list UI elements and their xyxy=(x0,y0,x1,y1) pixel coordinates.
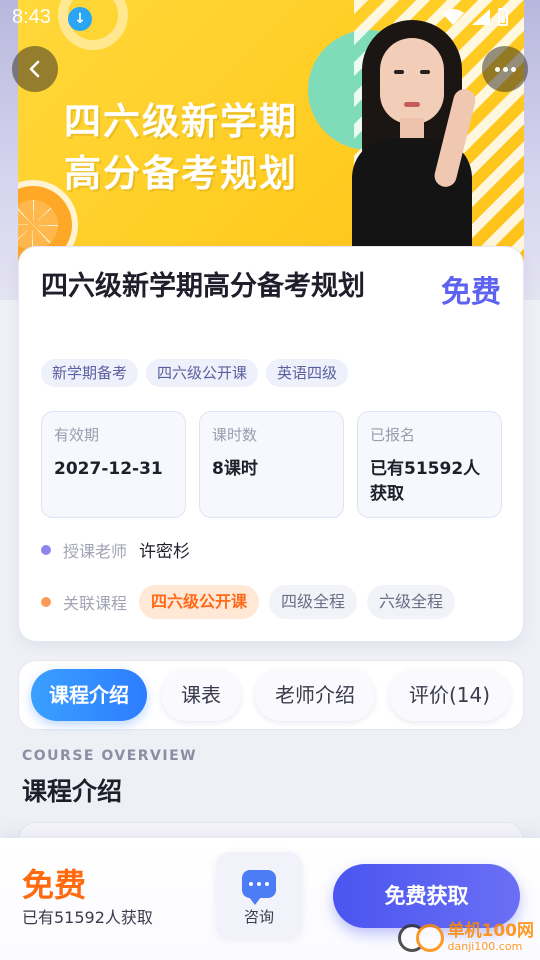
banner-title: 四六级新学期 高分备考规划 xyxy=(64,96,334,200)
bottom-action-bar: 免费 已有51592人获取 咨询 免费获取 单机100网 danji100.co… xyxy=(0,838,540,960)
watermark-icon xyxy=(397,920,444,956)
status-time: 8:43 xyxy=(12,6,51,28)
banner-title-line2: 高分备考规划 xyxy=(64,152,298,195)
tab-teacher-intro[interactable]: 老师介绍 xyxy=(255,669,375,721)
course-tag[interactable]: 新学期备考 xyxy=(41,359,139,387)
stat-validity: 有效期 2027-12-31 xyxy=(41,411,186,518)
bullet-dot-icon xyxy=(41,544,51,555)
watermark-text: 单机100网 xyxy=(447,921,535,941)
signal-icon xyxy=(472,9,490,25)
battery-icon xyxy=(498,8,508,26)
teacher-row: 授课老师 许密杉 xyxy=(41,537,190,562)
teacher-photo xyxy=(336,18,486,270)
stat-value: 8课时 xyxy=(212,459,258,479)
more-dot-icon xyxy=(510,66,516,72)
more-dot-icon xyxy=(494,66,500,72)
status-icons xyxy=(442,8,508,26)
related-course-chip[interactable]: 四级全程 xyxy=(269,585,358,619)
course-stats: 有效期 2027-12-31 课时数 8课时 已报名 已有51592人获取 xyxy=(41,411,502,518)
stat-label: 已报名 xyxy=(370,426,416,444)
stat-value: 已有51592人获取 xyxy=(370,459,481,504)
banner-title-line1: 四六级新学期 xyxy=(64,100,298,143)
overview-title: 课程介绍 xyxy=(22,777,123,806)
tab-course-intro[interactable]: 课程介绍 xyxy=(31,669,147,721)
tab-reviews[interactable]: 评价(14) xyxy=(389,669,511,721)
related-course-chip[interactable]: 六级全程 xyxy=(367,585,456,619)
chevron-left-icon xyxy=(29,60,40,78)
course-title: 四六级新学期高分备考规划 xyxy=(41,271,365,302)
download-icon: ↓ xyxy=(68,7,92,31)
more-dot-icon xyxy=(502,66,508,72)
bullet-dot-icon xyxy=(41,597,51,607)
stat-lessons: 课时数 8课时 xyxy=(199,411,344,518)
more-button[interactable] xyxy=(482,46,528,92)
watermark-logo: 单机100网 danji100.com xyxy=(397,920,535,956)
chat-icon xyxy=(242,870,276,905)
consult-label: 咨询 xyxy=(243,908,274,926)
course-tag[interactable]: 四六级公开课 xyxy=(146,359,259,387)
course-tags: 新学期备考 四六级公开课 英语四级 xyxy=(41,359,349,387)
course-info-card: 四六级新学期高分备考规划 免费 新学期备考 四六级公开课 英语四级 有效期 20… xyxy=(18,246,524,642)
stat-value: 2027-12-31 xyxy=(54,459,163,479)
get-free-button[interactable]: 免费获取 xyxy=(333,864,520,928)
stat-enrolled: 已报名 已有51592人获取 xyxy=(357,411,502,518)
course-tabs: 课程介绍 课表 老师介绍 评价(14) xyxy=(18,660,524,730)
circle-decoration xyxy=(58,0,128,50)
bottom-price: 免费 xyxy=(22,866,87,904)
related-course-chip[interactable]: 四六级公开课 xyxy=(139,585,260,619)
tab-schedule[interactable]: 课表 xyxy=(161,669,241,721)
teacher-name[interactable]: 许密杉 xyxy=(139,537,190,562)
stat-label: 课时数 xyxy=(212,426,258,444)
related-courses-row: 关联课程 四六级公开课 四级全程 六级全程 xyxy=(41,585,465,619)
enrolled-count: 已有51592人获取 xyxy=(22,908,153,927)
stat-label: 有效期 xyxy=(54,426,100,444)
teacher-label: 授课老师 xyxy=(63,541,128,561)
wifi-icon xyxy=(442,9,464,25)
back-button[interactable] xyxy=(12,46,58,92)
watermark-url: danji100.com xyxy=(447,940,523,953)
course-tag[interactable]: 英语四级 xyxy=(266,359,349,387)
course-banner-image: 四六级新学期 高分备考规划 xyxy=(18,0,524,270)
overview-subtitle: COURSE OVERVIEW xyxy=(22,748,198,764)
course-price: 免费 xyxy=(441,275,501,310)
related-label: 关联课程 xyxy=(63,594,128,613)
consult-button[interactable]: 咨询 xyxy=(216,852,302,938)
